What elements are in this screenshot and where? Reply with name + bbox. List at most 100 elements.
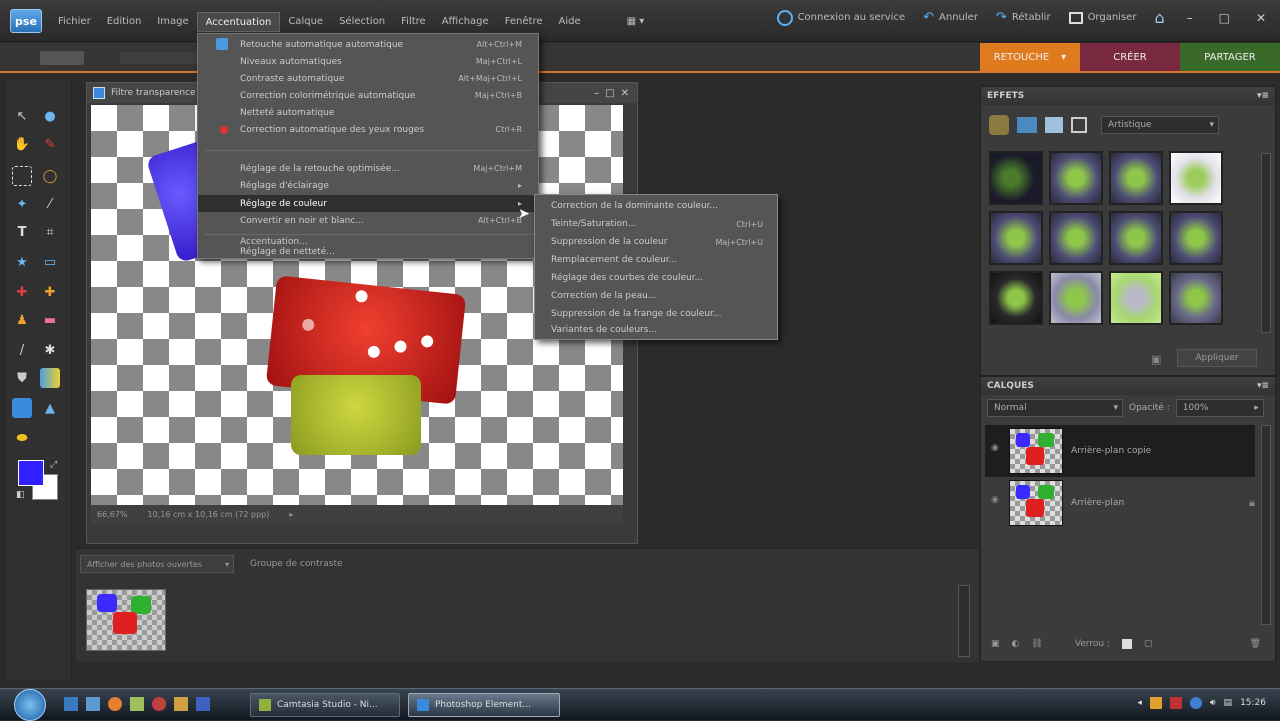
smart-brush-icon[interactable]: ✱	[40, 340, 60, 360]
bin-scrollbar[interactable]	[958, 585, 970, 657]
tool-preset-icon[interactable]	[40, 51, 84, 65]
menu-item-reglage-nettete[interactable]: Réglage de netteté...	[198, 246, 538, 258]
doc-close-icon[interactable]: ✕	[621, 88, 637, 99]
clock[interactable]: 15:26	[1240, 698, 1266, 708]
submenu-item-teinte-saturation[interactable]: Teinte/Saturation... Ctrl+U	[535, 215, 777, 233]
tab-creer[interactable]: CRÉER	[1080, 43, 1180, 71]
eraser-tool-icon[interactable]: ▬	[40, 310, 60, 330]
delete-effect-icon[interactable]: ▣	[1151, 353, 1161, 366]
tray-app-icon[interactable]	[1169, 697, 1182, 709]
menu-item-reglage-eclairage[interactable]: Réglage d'éclairage ▸	[198, 177, 538, 194]
layer-row-selected[interactable]: ◉ Arrière-plan copie	[985, 425, 1255, 477]
effect-thumbnail[interactable]	[989, 211, 1043, 265]
bin-view-dropdown[interactable]: Afficher des photos ouvertes ▾	[80, 555, 234, 573]
lock-transparency-icon[interactable]	[1121, 639, 1132, 649]
panel-menu-icon[interactable]: ▾≡	[1257, 381, 1275, 391]
zoom-tool-icon[interactable]: ●	[40, 106, 60, 126]
effect-thumbnail[interactable]	[1109, 271, 1163, 325]
eyedropper-tool-icon[interactable]: ✎	[40, 134, 60, 154]
effets-scrollbar[interactable]	[1261, 153, 1271, 333]
tab-partager[interactable]: PARTAGER	[1180, 43, 1280, 71]
menu-edition[interactable]: Edition	[99, 12, 150, 32]
tray-app-icon[interactable]	[1149, 697, 1162, 709]
marquee-tool-icon[interactable]	[12, 166, 32, 186]
layer-styles-category-icon[interactable]	[1017, 117, 1037, 133]
app-icon[interactable]	[152, 697, 166, 711]
visibility-eye-icon[interactable]: ◉	[991, 443, 999, 453]
menu-fenetre[interactable]: Fenêtre	[497, 12, 551, 32]
effect-thumbnail[interactable]	[989, 151, 1043, 205]
selection-brush-icon[interactable]: ⁄	[40, 194, 60, 214]
menu-item-correction-colo-auto[interactable]: Correction colorimétrique automatique Maj…	[198, 87, 538, 104]
apply-effect-button[interactable]: Appliquer	[1177, 349, 1257, 367]
network-icon[interactable]: ▤	[1224, 698, 1233, 708]
task-camtasia[interactable]: Camtasia Studio - Ni...	[250, 693, 400, 717]
connexion-button[interactable]: Connexion au service	[776, 9, 905, 26]
all-effects-category-icon[interactable]	[1071, 117, 1087, 133]
start-button[interactable]	[14, 689, 46, 721]
app-icon[interactable]	[130, 697, 144, 711]
effect-thumbnail[interactable]	[1169, 151, 1223, 205]
menu-image[interactable]: Image	[149, 12, 196, 32]
maximize-icon[interactable]: □	[1215, 11, 1234, 25]
lasso-tool-icon[interactable]: ◯	[40, 166, 60, 186]
firefox-icon[interactable]	[108, 697, 122, 711]
organiser-button[interactable]: Organiser	[1068, 11, 1136, 24]
effect-thumbnail[interactable]	[1169, 271, 1223, 325]
move-tool-icon[interactable]: ↖	[12, 106, 32, 126]
close-icon[interactable]: ✕	[1252, 11, 1270, 25]
home-icon[interactable]: ⌂	[1154, 8, 1164, 27]
task-photoshop[interactable]: Photoshop Element...	[408, 693, 560, 717]
blend-mode-dropdown[interactable]: Normal ▾	[987, 399, 1123, 417]
menu-calque[interactable]: Calque	[280, 12, 331, 32]
swap-colors-icon[interactable]: ⤢	[50, 460, 57, 470]
menu-item-nettete-auto[interactable]: Netteté automatique	[198, 104, 538, 121]
magic-wand-tool-icon[interactable]: ✦	[12, 194, 32, 214]
visibility-eye-icon[interactable]: ◉	[991, 495, 999, 505]
doc-maximize-icon[interactable]: □	[605, 88, 614, 99]
workspace-layout-icon[interactable]: ▦ ▾	[619, 12, 653, 32]
menu-filtre[interactable]: Filtre	[393, 12, 434, 32]
effect-thumbnail[interactable]	[1049, 151, 1103, 205]
submenu-item-suppression-couleur[interactable]: Suppression de la couleur Maj+Ctrl+U	[535, 233, 777, 251]
submenu-item-peau[interactable]: Correction de la peau...	[535, 287, 777, 305]
blur-tool-icon[interactable]: ▲	[40, 398, 60, 418]
menu-selection[interactable]: Sélection	[331, 12, 393, 32]
effect-thumbnail[interactable]	[1049, 211, 1103, 265]
menu-accentuation[interactable]: Accentuation	[196, 12, 281, 32]
clone-stamp-icon[interactable]: ♟	[12, 310, 32, 330]
trash-icon[interactable]: 🗑︎	[1250, 639, 1261, 649]
adjustment-layer-icon[interactable]: ◐	[1012, 639, 1020, 649]
status-arrow-icon[interactable]: ▸	[289, 510, 293, 519]
submenu-item-variantes[interactable]: Variantes de couleurs...	[535, 321, 777, 339]
lock-all-icon[interactable]: ▢	[1144, 639, 1153, 649]
switch-windows-icon[interactable]	[86, 697, 100, 711]
panel-menu-icon[interactable]: ▾≡	[1257, 91, 1275, 101]
volume-icon[interactable]: 🔊︎	[1210, 698, 1216, 708]
menu-affichage[interactable]: Affichage	[434, 12, 497, 32]
minimize-icon[interactable]: –	[1183, 11, 1197, 25]
calques-scrollbar[interactable]	[1261, 425, 1271, 625]
menu-item-contraste-auto[interactable]: Contraste automatique Alt+Maj+Ctrl+L	[198, 70, 538, 87]
new-layer-icon[interactable]: ▣	[991, 639, 1000, 649]
gradient-tool-icon[interactable]	[40, 368, 60, 388]
submenu-item-remplacement[interactable]: Remplacement de couleur...	[535, 251, 777, 269]
filters-category-icon[interactable]	[989, 115, 1009, 135]
red-eye-tool-icon[interactable]: ✚	[12, 282, 32, 302]
healing-brush-icon[interactable]: ✚	[40, 282, 60, 302]
effect-thumbnail[interactable]	[1109, 211, 1163, 265]
menu-aide[interactable]: Aide	[551, 12, 589, 32]
default-colors-icon[interactable]: ◧	[16, 490, 25, 500]
link-layer-icon[interactable]: ⛓	[1031, 639, 1042, 649]
brush-tool-icon[interactable]: /	[12, 340, 32, 360]
tray-app-icon[interactable]	[1189, 697, 1202, 709]
bin-thumbnail[interactable]	[86, 589, 166, 651]
effets-filter-dropdown[interactable]: Artistique ▾	[1101, 116, 1219, 134]
paint-bucket-icon[interactable]: ⛊	[12, 368, 32, 388]
menu-fichier[interactable]: Fichier	[50, 12, 99, 32]
foreground-color-swatch[interactable]	[18, 460, 44, 486]
tab-retouche[interactable]: RETOUCHE ▾	[980, 43, 1080, 71]
photo-effects-category-icon[interactable]	[1045, 117, 1063, 133]
menu-item-retouche-optimisee[interactable]: Réglage de la retouche optimisée... Maj+C…	[198, 160, 538, 177]
undo-button[interactable]: ↶ Annuler	[923, 10, 978, 25]
